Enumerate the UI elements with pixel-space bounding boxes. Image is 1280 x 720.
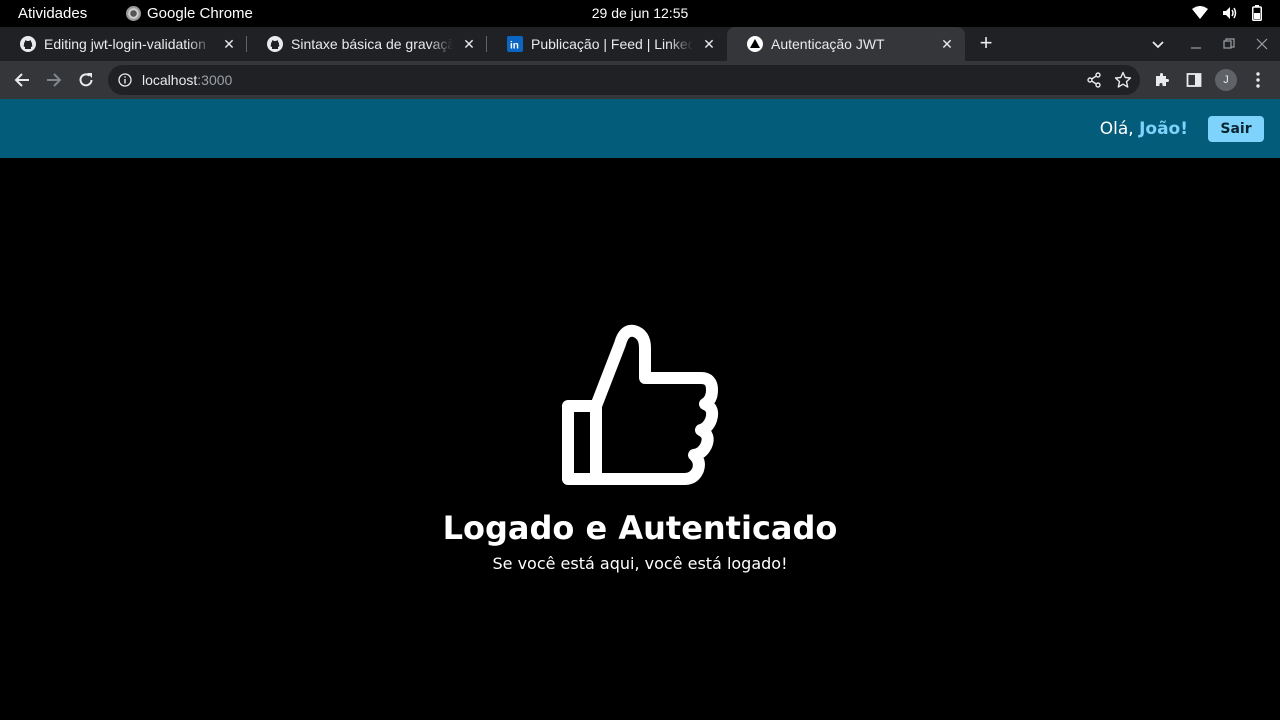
back-button[interactable] [10,68,34,92]
page-title: Logado e Autenticado [442,509,838,547]
info-icon[interactable] [118,73,132,87]
svg-text:in: in [510,41,519,52]
wifi-icon [1192,6,1208,19]
forward-button[interactable] [42,68,66,92]
tab-title: Editing jwt-login-validation [44,36,206,52]
reload-button[interactable] [74,68,98,92]
share-icon[interactable] [1086,72,1102,88]
github-icon [20,36,36,52]
bookmark-star-icon[interactable] [1114,71,1132,89]
restore-button[interactable] [1223,27,1235,61]
tab-autenticacao-jwt[interactable]: Autenticação JWT ✕ [727,27,965,61]
activities-button[interactable]: Atividades [18,5,87,22]
greeting-prefix: Olá, [1099,119,1140,139]
new-tab-button[interactable]: + [976,32,996,54]
tab-strip: Editing jwt-login-validation ✕ Sintaxe b… [0,27,1280,61]
url-host: localhost [142,72,198,88]
address-bar[interactable]: localhost:3000 [108,65,1140,95]
reload-icon [79,73,93,87]
close-window-button[interactable] [1256,27,1268,61]
tab-github-sintaxe[interactable]: Sintaxe básica de gravação ✕ [247,27,487,61]
app-icon [747,36,763,52]
chrome-menu-button[interactable] [1246,68,1270,92]
close-tab-icon[interactable]: ✕ [461,36,477,52]
profile-avatar[interactable]: J [1215,69,1237,91]
url-text: localhost:3000 [142,72,232,88]
close-icon [1256,38,1268,50]
restore-icon [1223,38,1235,49]
browser-toolbar: localhost:3000 [0,61,1280,99]
page-subtitle: Se você está aqui, você está logado! [492,554,788,573]
thumbs-up-icon [562,324,719,485]
tab-search-button[interactable] [1151,27,1165,61]
tab-linkedin[interactable]: in Publicação | Feed | LinkedIn ✕ [487,27,727,61]
chrome-app-icon [126,6,141,21]
volume-icon [1223,7,1237,19]
os-top-bar: Atividades Google Chrome 29 de jun 12:55 [0,0,1280,27]
tab-title: Autenticação JWT [771,36,885,52]
tab-title: Sintaxe básica de gravação [291,36,453,52]
puzzle-icon [1156,73,1169,86]
arrow-left-icon [14,73,29,87]
kebab-menu-icon [1256,72,1260,88]
tab-github-editing[interactable]: Editing jwt-login-validation ✕ [0,27,247,61]
minimize-icon [1191,47,1201,49]
minimize-button[interactable] [1190,27,1202,61]
logout-button[interactable]: Sair [1208,116,1264,142]
side-panel-button[interactable] [1182,68,1206,92]
arrow-right-icon [47,73,62,87]
side-panel-icon [1186,73,1202,87]
extensions-button[interactable] [1150,68,1174,92]
url-port: :3000 [197,72,233,88]
app-name: Google Chrome [147,5,253,22]
user-greeting: Olá, João! [1100,119,1188,139]
close-tab-icon[interactable]: ✕ [939,36,955,52]
system-tray[interactable] [1192,5,1262,21]
battery-icon [1252,5,1262,21]
chevron-down-icon [1152,41,1164,49]
close-tab-icon[interactable]: ✕ [701,36,717,52]
app-menu[interactable]: Google Chrome [126,5,253,22]
linkedin-icon: in [507,36,523,52]
close-tab-icon[interactable]: ✕ [221,36,237,52]
app-navbar: Olá, João! Sair [0,99,1280,158]
user-name: João! [1139,119,1188,139]
page-content: Olá, João! Sair Logado e Autenticado Se … [0,99,1280,720]
tab-title: Publicação | Feed | LinkedIn [531,36,693,52]
github-icon [267,36,283,52]
